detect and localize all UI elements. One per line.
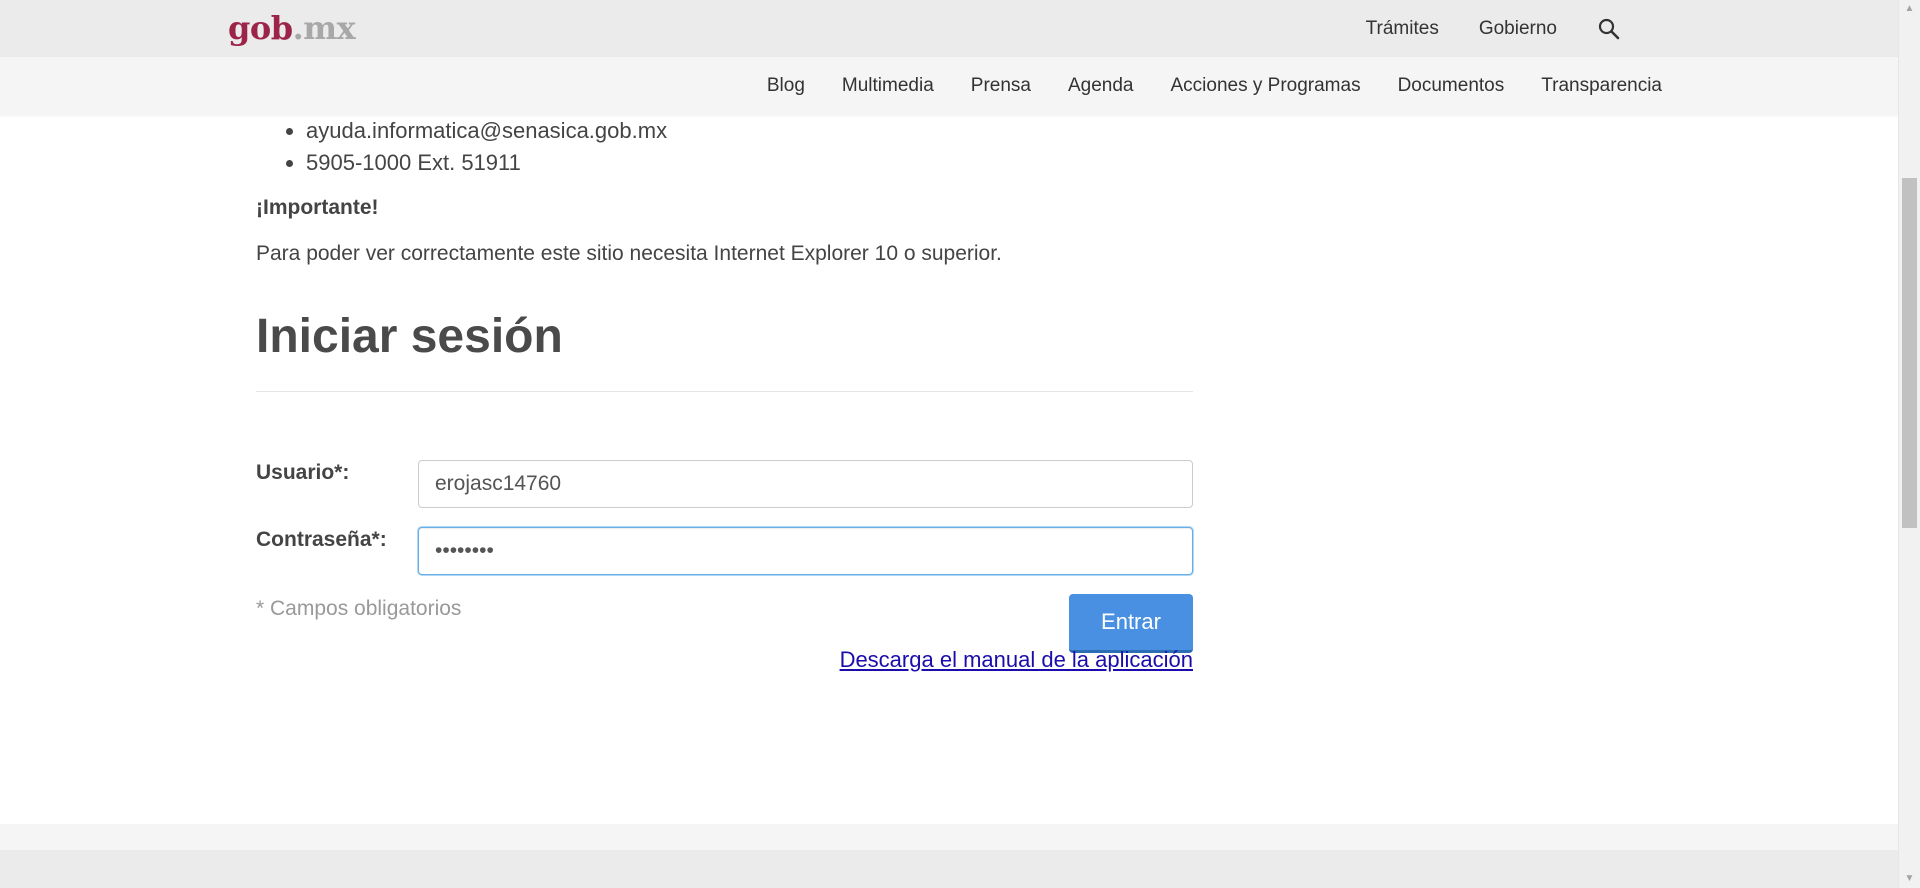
nav-prensa-link[interactable]: Prensa [971,75,1031,97]
user-label: Usuario*: [256,461,350,484]
secondary-nav: Blog Multimedia Prensa Agenda Acciones y… [0,57,1898,115]
important-heading: ¡Importante! [256,196,379,219]
scroll-down-arrow-icon[interactable]: ▼ [1899,870,1920,888]
nav-documentos-link[interactable]: Documentos [1398,75,1505,97]
user-input[interactable] [418,460,1193,508]
page: gob.mx Trámites Gobierno Blog Multimedia… [0,0,1920,888]
scrollbar-thumb[interactable] [1902,178,1917,528]
login-form: Usuario*: Contraseña*: * Campos obligato… [256,460,1193,660]
nav-transparencia-link[interactable]: Transparencia [1541,75,1662,97]
title-divider [256,391,1193,392]
top-nav: Trámites Gobierno [1366,0,1621,57]
nav-multimedia-link[interactable]: Multimedia [842,75,934,97]
nav-tramites-link[interactable]: Trámites [1366,18,1439,40]
footer-bottom-strip [0,850,1898,888]
required-fields-note: * Campos obligatorios [256,597,462,620]
secondary-nav-items: Blog Multimedia Prensa Agenda Acciones y… [767,57,1662,115]
login-title: Iniciar sesión [256,310,563,363]
nav-blog-link[interactable]: Blog [767,75,805,97]
logo-dot-text: . [292,9,304,47]
logo-gob-text: gob [228,9,293,47]
vertical-scrollbar[interactable]: ▲ ▼ [1898,0,1920,888]
nav-acciones-programas-link[interactable]: Acciones y Programas [1171,75,1361,97]
scroll-up-arrow-icon[interactable]: ▲ [1899,0,1920,18]
contact-list: ayuda.informatica@senasica.gob.mx 5905-1… [256,115,1193,179]
password-input[interactable] [418,527,1193,575]
footer-top-strip [0,824,1898,850]
contact-email: ayuda.informatica@senasica.gob.mx [306,115,1193,147]
download-manual-link[interactable]: Descarga el manual de la aplicación [840,645,1193,675]
user-row: Usuario*: [256,460,1193,508]
main-content: ayuda.informatica@senasica.gob.mx 5905-1… [256,115,1193,660]
top-bar: gob.mx Trámites Gobierno [0,0,1898,57]
logo-mx-text: mx [303,9,356,47]
gob-mx-logo[interactable]: gob.mx [228,8,356,48]
password-label: Contraseña*: [256,528,387,551]
password-row: Contraseña*: [256,527,1193,575]
contact-phone: 5905-1000 Ext. 51911 [306,147,1193,179]
nav-agenda-link[interactable]: Agenda [1068,75,1134,97]
search-icon[interactable] [1597,17,1621,41]
nav-gobierno-link[interactable]: Gobierno [1479,18,1557,40]
browser-notice: Para poder ver correctamente este sitio … [256,242,1002,265]
